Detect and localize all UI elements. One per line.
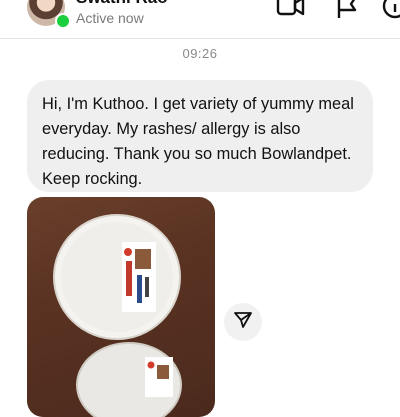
- photo-content: [53, 214, 182, 417]
- flag-icon[interactable]: [334, 0, 360, 25]
- active-status-dot: [55, 13, 71, 29]
- message-bubble[interactable]: Hi, I'm Kuthoo. I get variety of yummy m…: [27, 80, 373, 192]
- contact-name[interactable]: Swathi Rao: [76, 0, 168, 8]
- send-icon: [233, 310, 253, 335]
- info-icon[interactable]: [382, 0, 400, 25]
- message-timestamp: 09:26: [182, 46, 218, 61]
- message-text: Hi, I'm Kuthoo. I get variety of yummy m…: [42, 95, 354, 188]
- share-button[interactable]: [224, 303, 262, 341]
- active-status-label: Active now: [76, 10, 144, 26]
- photo-attachment[interactable]: [27, 197, 215, 417]
- video-call-icon[interactable]: [276, 0, 306, 25]
- chat-header: Swathi Rao Active now: [0, 0, 400, 39]
